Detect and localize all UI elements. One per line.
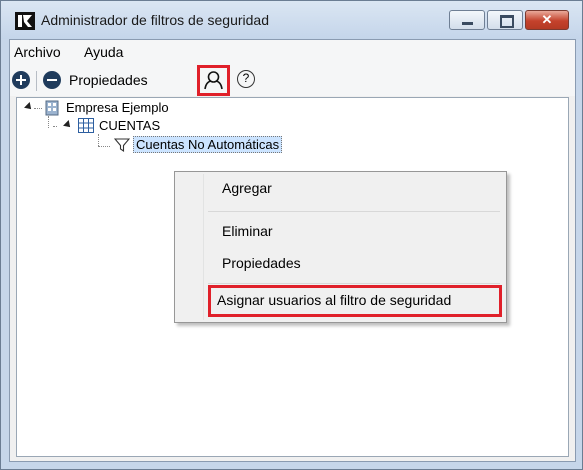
menu-archivo[interactable]: Archivo [14, 44, 61, 60]
app-icon [15, 12, 35, 30]
minimize-icon [462, 22, 473, 25]
app-window: Administrador de filtros de seguridad ✕ … [0, 0, 583, 470]
add-icon[interactable] [12, 71, 30, 89]
menu-ayuda[interactable]: Ayuda [84, 44, 123, 60]
menu-item-agregar[interactable]: Agregar [222, 180, 272, 196]
tree-node-label: Empresa Ejemplo [66, 100, 169, 115]
context-menu: Agregar Eliminar Propiedades Asignar usu… [174, 171, 507, 323]
tree-node-label: CUENTAS [99, 118, 161, 133]
tree-node-cuentas-no-automaticas[interactable]: Cuentas No Automáticas [112, 136, 332, 154]
toolbar: Propiedades ? [10, 64, 575, 96]
close-icon: ✕ [541, 12, 553, 27]
tree-node-cuentas[interactable]: CUENTAS [63, 117, 264, 135]
user-icon [204, 71, 223, 90]
tree-connector [98, 134, 99, 146]
table-grid-icon [78, 118, 94, 133]
help-icon[interactable]: ? [237, 70, 255, 88]
collapse-arrow-icon[interactable] [24, 102, 34, 112]
remove-icon[interactable] [43, 71, 61, 89]
menu-separator [208, 283, 500, 284]
maximize-button[interactable] [487, 10, 523, 30]
properties-button[interactable]: Propiedades [69, 72, 148, 88]
toolbar-separator [36, 71, 37, 91]
tree-connector [53, 126, 57, 127]
tree-node-label-selected: Cuentas No Automáticas [133, 136, 283, 153]
menu-item-propiedades[interactable]: Propiedades [222, 255, 301, 271]
context-menu-gutter [203, 174, 204, 320]
collapse-arrow-icon[interactable] [63, 120, 73, 130]
window-title: Administrador de filtros de seguridad [41, 12, 270, 28]
tree-node-empresa[interactable]: Empresa Ejemplo [24, 99, 225, 117]
filter-icon [114, 138, 130, 153]
menu-item-eliminar[interactable]: Eliminar [222, 223, 273, 239]
menu-item-asignar-usuarios[interactable]: Asignar usuarios al filtro de seguridad [217, 292, 451, 308]
menu-separator [208, 211, 500, 212]
close-button[interactable]: ✕ [525, 10, 569, 30]
maximize-icon [500, 15, 514, 28]
assign-users-button[interactable] [197, 65, 230, 96]
title-bar[interactable]: Administrador de filtros de seguridad ✕ [1, 1, 582, 39]
tree-connector [98, 146, 110, 147]
menu-bar: Archivo Ayuda [10, 40, 575, 64]
building-icon [45, 100, 59, 116]
tree-connector [48, 116, 49, 128]
minimize-button[interactable] [449, 10, 485, 30]
